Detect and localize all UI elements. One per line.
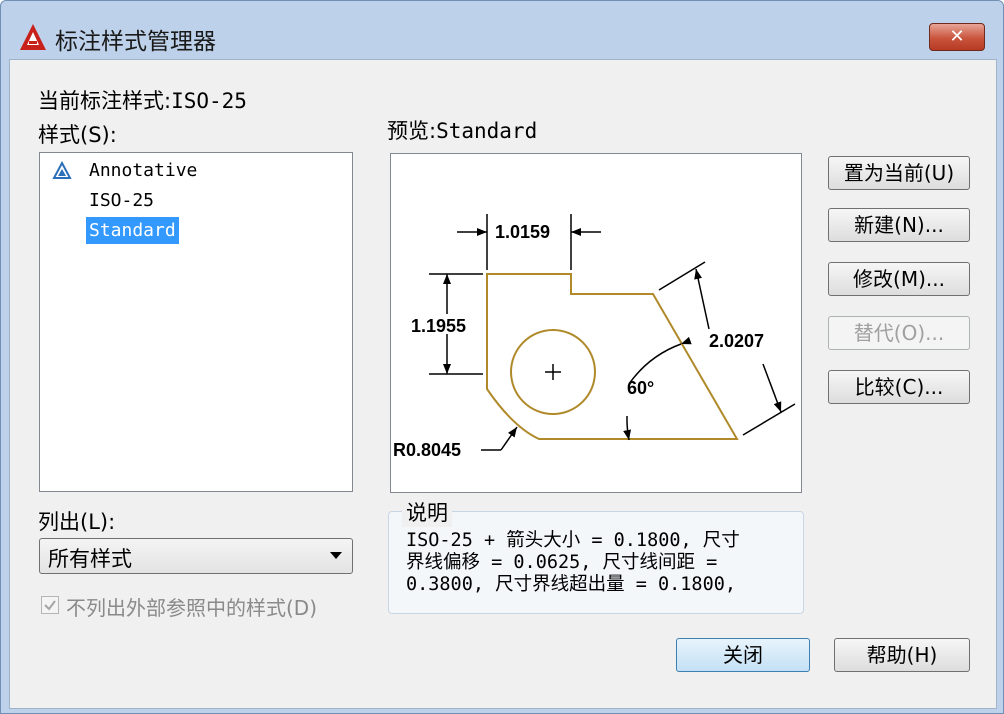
style-item-iso-25[interactable]: ISO-25 (86, 187, 157, 214)
description-line: 界线偏移 = 0.0625, 尺寸线间距 = (406, 552, 718, 573)
set-current-button[interactable]: 置为当前(U) (828, 156, 970, 190)
current-style-value: ISO-25 (171, 89, 247, 113)
annotative-icon (52, 161, 72, 179)
help-button[interactable]: 帮助(H) (834, 638, 970, 672)
autocad-logo-icon (20, 24, 46, 50)
preview-label: 预览:Standard (387, 115, 537, 145)
description-line: ISO-25 + 箭头大小 = 0.1800, 尺寸 (406, 530, 740, 551)
dim-text-top-width: 1.0159 (495, 222, 550, 242)
description-title: 说明 (402, 497, 452, 527)
ext-line-slant-bottom (742, 403, 796, 436)
title-bar[interactable]: 标注样式管理器 ✕ (1, 1, 1003, 59)
dialog-client-area: 当前标注样式:ISO-25 样式(S): Annotative ISO-25 S… (9, 59, 997, 709)
dim-text-slant: 2.0207 (709, 331, 764, 351)
list-filter-dropdown[interactable]: 所有样式 (39, 538, 353, 574)
part-outline (486, 273, 739, 440)
style-item-standard[interactable]: Standard (86, 217, 179, 244)
styles-listbox[interactable]: Annotative ISO-25 Standard (39, 152, 353, 492)
description-line: 0.3800, 尺寸界线超出量 = 0.1800, (406, 574, 736, 595)
new-style-button[interactable]: 新建(N)... (828, 208, 970, 242)
close-button[interactable]: 关闭 (676, 638, 810, 672)
dimension-preview-drawing: 1.0159 1.1955 2.0207 60° R0.8045 (393, 214, 796, 460)
list-filter-label: 列出(L): (38, 510, 116, 534)
window-title: 标注样式管理器 (55, 29, 216, 55)
dropdown-arrow-icon (330, 552, 342, 559)
dim-text-left-height: 1.1955 (411, 316, 466, 336)
preview-pane: 1.0159 1.1955 2.0207 60° R0.8045 (390, 153, 802, 493)
checkmark-icon (44, 600, 56, 611)
dim-arrow-slant-top (694, 268, 710, 330)
dim-text-angle: 60° (627, 378, 654, 398)
current-style-label: 当前标注样式:ISO-25 (38, 85, 247, 115)
current-style-caption: 当前标注样式: (38, 89, 172, 113)
exclude-xref-checkbox[interactable] (41, 596, 59, 614)
preview-style-name: Standard (436, 119, 538, 143)
list-filter-value: 所有样式 (48, 547, 132, 571)
style-item-annotative[interactable]: Annotative (86, 157, 200, 184)
preview-caption: 预览: (387, 119, 437, 143)
dimension-style-manager-window: 标注样式管理器 ✕ 当前标注样式:ISO-25 样式(S): Annotativ… (0, 0, 1004, 714)
dim-text-radius: R0.8045 (393, 440, 461, 460)
dim-arrow-slant-bottom (762, 363, 782, 413)
styles-label: 样式(S): (38, 123, 117, 147)
exclude-xref-label: 不列出外部参照中的样式(D) (66, 596, 318, 620)
compare-styles-button[interactable]: 比较(C)... (828, 370, 970, 404)
radius-leader-arrow (500, 426, 518, 451)
modify-style-button[interactable]: 修改(M)... (828, 262, 970, 296)
description-text: ISO-25 + 箭头大小 = 0.1800, 尺寸 界线偏移 = 0.0625,… (406, 530, 796, 596)
close-icon: ✕ (949, 26, 965, 47)
angle-arc-bottom (623, 415, 632, 441)
override-style-button[interactable]: 替代(O)... (828, 316, 970, 350)
close-window-button[interactable]: ✕ (929, 23, 985, 51)
